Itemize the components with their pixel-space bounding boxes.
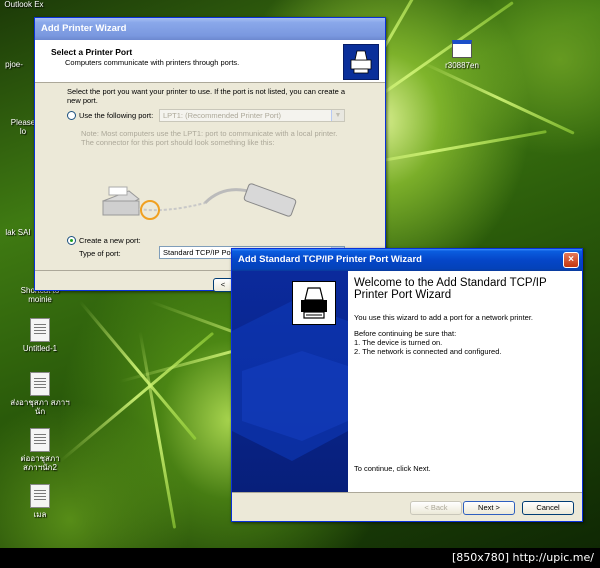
port-type-value: Standard TCP/IP Port (163, 248, 236, 257)
desktop-icon-label: pjoe- (5, 60, 23, 69)
create-port-label: Create a new port: (79, 236, 141, 245)
desktop-icon-label: Untitled-1 (22, 344, 58, 353)
desktop-icon-label: เมล (33, 510, 47, 519)
create-port-radio[interactable] (67, 236, 76, 245)
printer-icon (343, 44, 379, 80)
window-file-icon (452, 40, 472, 58)
use-port-label: Use the following port: (79, 111, 154, 120)
document-icon (30, 372, 50, 396)
type-of-port-label: Type of port: (79, 249, 121, 258)
port-connector-illustration (102, 183, 297, 220)
document-icon (30, 318, 50, 342)
cancel-button[interactable]: Cancel (522, 501, 574, 515)
desktop-icon-thai-doc-2[interactable]: ต่ออาชุสภา สภาฯนัก2 (10, 428, 70, 472)
wizard2-heading: Welcome to the Add Standard TCP/IP Print… (354, 277, 547, 301)
back-button-label: < Back (424, 503, 448, 512)
desktop-icon-label: ส่งอาชุสภา สภาฯนัก (10, 398, 70, 416)
desktop-icon-r30887en[interactable]: r30887en (432, 40, 492, 70)
use-port-radio[interactable] (67, 111, 76, 120)
wizard2-before: Before continuing be sure that: (354, 329, 457, 338)
desktop-icon-thai-doc-1[interactable]: ส่งอาชุสภา สภาฯนัก (10, 372, 70, 416)
document-icon (30, 428, 50, 452)
wizard2-titlebar[interactable]: Add Standard TCP/IP Printer Port Wizard … (232, 249, 582, 271)
port-instruction: Select the port you want your printer to… (67, 87, 346, 105)
desktop-icon-label: Outlook Ex (4, 0, 44, 9)
desktop-wallpaper: Outlook Ex pjoe- Please lo lak SAI Short… (0, 0, 600, 548)
desktop-icon-pjoe[interactable]: pjoe- (0, 60, 34, 69)
desktop-icon-sai[interactable]: lak SAI (0, 228, 36, 237)
wizard1-header: Select a Printer Port Computers communic… (35, 40, 385, 83)
next-button[interactable]: Next > (463, 501, 515, 515)
port-note: Note: Most computers use the LPT1: port … (81, 129, 338, 147)
wizard2-side-banner (232, 271, 348, 493)
image-caption: [850x780] http://upic.me/ (0, 548, 600, 568)
wizard1-header-subtitle: Computers communicate with printers thro… (65, 58, 240, 67)
desktop-icon-label: Please lo (10, 118, 36, 136)
close-icon: × (568, 254, 574, 265)
port-select[interactable]: LPT1: (Recommended Printer Port) ▼ (159, 109, 345, 122)
next-button-label: Next > (478, 503, 500, 512)
wizard1-header-title: Select a Printer Port (51, 47, 133, 57)
checklist-item: 1. The device is turned on. (354, 338, 443, 347)
document-icon (30, 484, 50, 508)
desktop-icon-mail[interactable]: เมล (10, 484, 70, 519)
wizard2-title: Add Standard TCP/IP Printer Port Wizard (238, 254, 422, 265)
port-select-value: LPT1: (Recommended Printer Port) (163, 111, 281, 120)
wizard2-continue-hint: To continue, click Next. (354, 464, 431, 473)
wizard1-titlebar[interactable]: Add Printer Wizard (35, 18, 385, 40)
wizard1-back-button[interactable]: < (213, 278, 233, 292)
desktop-icon-outlook[interactable]: Outlook Ex (4, 0, 44, 9)
desktop-icon-untitled[interactable]: Untitled-1 (10, 318, 70, 353)
tcpip-port-wizard-window: Add Standard TCP/IP Printer Port Wizard … (231, 248, 583, 522)
cancel-button-label: Cancel (536, 503, 560, 512)
printer-port-icon (292, 281, 336, 325)
back-button[interactable]: < Back (410, 501, 462, 515)
wizard1-title: Add Printer Wizard (41, 23, 127, 34)
chevron-down-icon: ▼ (331, 110, 344, 121)
desktop-icon-label: r30887en (445, 61, 479, 70)
wizard2-intro: You use this wizard to add a port for a … (354, 313, 533, 322)
checklist-item: 2. The network is connected and configur… (354, 347, 502, 356)
desktop-icon-label: lak SAI (5, 228, 31, 237)
close-button[interactable]: × (563, 252, 579, 268)
wizard1-back-label: < (220, 280, 226, 289)
desktop-icon-label: ต่ออาชุสภา สภาฯนัก2 (20, 454, 60, 472)
